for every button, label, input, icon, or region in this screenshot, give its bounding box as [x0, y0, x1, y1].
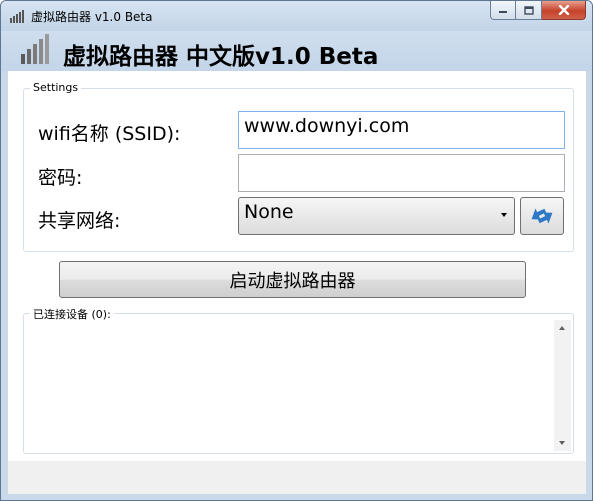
connected-devices-group: 已连接设备 (0):: [23, 306, 574, 454]
chevron-down-icon: [501, 213, 507, 217]
ssid-input[interactable]: www.downyi.com: [238, 111, 565, 149]
ssid-label: wifi名称 (SSID):: [38, 123, 181, 145]
title-bar[interactable]: 虚拟路由器 v1.0 Beta: [1, 1, 592, 31]
start-router-button[interactable]: 启动虚拟路由器: [59, 261, 526, 298]
header-title: 虚拟路由器 中文版v1.0 Beta: [63, 44, 379, 70]
status-area: [8, 461, 586, 494]
minimize-button[interactable]: [490, 1, 516, 20]
share-network-label: 共享网络:: [38, 210, 121, 232]
connected-devices-legend: 已连接设备 (0):: [30, 306, 114, 322]
main-panel: Settings wifi名称 (SSID): www.downyi.com 密…: [8, 71, 586, 461]
refresh-arrows-icon: [531, 208, 553, 224]
signal-bars-icon: [10, 10, 24, 23]
header-band: 虚拟路由器 中文版v1.0 Beta: [1, 31, 592, 71]
share-network-value: None: [244, 201, 294, 223]
devices-scrollbar[interactable]: [554, 320, 571, 451]
refresh-button[interactable]: [520, 197, 564, 235]
signal-bars-icon: [21, 34, 49, 64]
share-network-select[interactable]: None: [238, 197, 515, 235]
maximize-button[interactable]: [516, 1, 542, 20]
close-button[interactable]: [542, 1, 586, 20]
maximize-icon: [523, 5, 534, 15]
minimize-icon: [499, 11, 507, 13]
window-title: 虚拟路由器 v1.0 Beta: [31, 10, 153, 24]
settings-legend: Settings: [30, 81, 82, 94]
app-window: 虚拟路由器 v1.0 Beta 虚拟路由器 中文版v1.0 Beta Setti…: [0, 0, 593, 501]
close-icon: [558, 5, 569, 15]
settings-group: Settings wifi名称 (SSID): www.downyi.com 密…: [23, 81, 574, 252]
scroll-up-icon[interactable]: [559, 326, 565, 330]
scroll-down-icon[interactable]: [559, 441, 565, 445]
password-input[interactable]: [238, 154, 565, 192]
caption-buttons: [490, 1, 586, 22]
password-label: 密码:: [38, 167, 83, 189]
